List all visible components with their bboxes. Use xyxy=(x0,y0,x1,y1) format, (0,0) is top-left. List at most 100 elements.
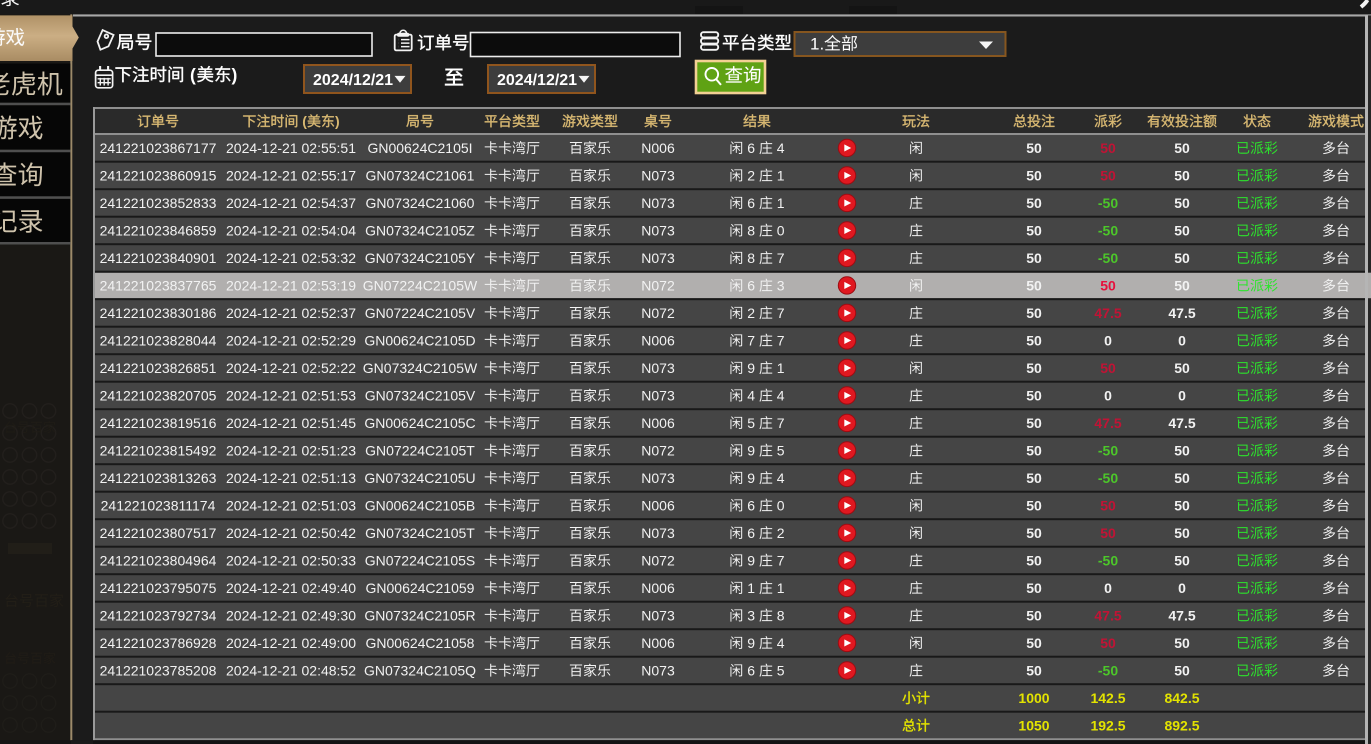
svg-text:0: 0 xyxy=(1178,388,1186,404)
svg-text:-50: -50 xyxy=(1098,553,1118,569)
svg-text:1: 1 xyxy=(777,360,785,376)
svg-text:47.5: 47.5 xyxy=(1168,415,1195,431)
svg-text:241221023826851: 241221023826851 xyxy=(100,360,217,376)
svg-text:50: 50 xyxy=(1026,305,1042,321)
svg-text:50: 50 xyxy=(1026,443,1042,459)
svg-text:N072: N072 xyxy=(641,553,675,569)
svg-text:9: 9 xyxy=(747,635,755,651)
svg-text:2024-12-21 02:50:33: 2024-12-21 02:50:33 xyxy=(226,553,356,569)
svg-text:192.5: 192.5 xyxy=(1090,718,1125,734)
svg-text:1: 1 xyxy=(747,580,755,596)
svg-text:50: 50 xyxy=(1174,635,1190,651)
svg-text:0: 0 xyxy=(1178,333,1186,349)
svg-text:9: 9 xyxy=(747,443,755,459)
svg-text:47.5: 47.5 xyxy=(1094,608,1121,624)
svg-text:N006: N006 xyxy=(641,580,675,596)
svg-text:50: 50 xyxy=(1026,498,1042,514)
svg-text:842.5: 842.5 xyxy=(1164,690,1199,706)
svg-text:50: 50 xyxy=(1174,195,1190,211)
svg-text:8: 8 xyxy=(747,223,755,239)
svg-text:0: 0 xyxy=(777,498,785,514)
svg-text:50: 50 xyxy=(1026,333,1042,349)
svg-text:-50: -50 xyxy=(1098,663,1118,679)
svg-text:4: 4 xyxy=(777,470,785,486)
svg-text:GN07224C2105T: GN07224C2105T xyxy=(365,443,475,459)
svg-text:GN00624C2105D: GN00624C2105D xyxy=(364,333,475,349)
svg-text:4: 4 xyxy=(777,388,785,404)
svg-text:7: 7 xyxy=(777,415,785,431)
svg-text:2024-12-21 02:50:42: 2024-12-21 02:50:42 xyxy=(226,525,356,541)
svg-text:N006: N006 xyxy=(641,333,675,349)
svg-text:GN00624C21059: GN00624C21059 xyxy=(366,580,475,596)
svg-text:47.5: 47.5 xyxy=(1094,305,1121,321)
svg-text:N072: N072 xyxy=(641,443,675,459)
svg-text:241221023813263: 241221023813263 xyxy=(100,470,217,486)
svg-text:241221023846859: 241221023846859 xyxy=(100,223,217,239)
svg-text:241221023820705: 241221023820705 xyxy=(100,388,217,404)
svg-text:GN07324C2105R: GN07324C2105R xyxy=(364,608,475,624)
svg-text:GN07324C21061: GN07324C21061 xyxy=(366,168,475,184)
svg-text:2024-12-21 02:55:17: 2024-12-21 02:55:17 xyxy=(226,168,356,184)
svg-text:3: 3 xyxy=(777,278,785,294)
svg-text:50: 50 xyxy=(1026,360,1042,376)
svg-text:50: 50 xyxy=(1174,223,1190,239)
svg-text:0: 0 xyxy=(777,223,785,239)
svg-text:(: ( xyxy=(302,113,307,129)
svg-text:50: 50 xyxy=(1174,168,1190,184)
svg-text:50: 50 xyxy=(1100,525,1116,541)
svg-text:1.: 1. xyxy=(810,35,824,54)
svg-text:892.5: 892.5 xyxy=(1164,718,1199,734)
svg-text:2024-12-21 02:51:23: 2024-12-21 02:51:23 xyxy=(226,443,356,459)
svg-text:): ) xyxy=(335,113,340,129)
svg-text:50: 50 xyxy=(1026,553,1042,569)
svg-text:9: 9 xyxy=(747,360,755,376)
svg-text:241221023795075: 241221023795075 xyxy=(100,580,217,596)
svg-text:GN00624C2105C: GN00624C2105C xyxy=(364,415,475,431)
svg-text:N073: N073 xyxy=(641,663,675,679)
svg-text:N006: N006 xyxy=(641,498,675,514)
svg-text:2024-12-21 02:51:03: 2024-12-21 02:51:03 xyxy=(226,498,356,514)
svg-text:6: 6 xyxy=(747,278,755,294)
svg-text:5: 5 xyxy=(777,443,785,459)
svg-text:8: 8 xyxy=(777,608,785,624)
svg-text:50: 50 xyxy=(1100,278,1116,294)
svg-text:GN07324C2105Z: GN07324C2105Z xyxy=(365,223,475,239)
svg-text:47.5: 47.5 xyxy=(1168,305,1195,321)
svg-text:50: 50 xyxy=(1026,250,1042,266)
svg-text:-50: -50 xyxy=(1098,195,1118,211)
svg-text:GN00624C21058: GN00624C21058 xyxy=(366,635,475,651)
svg-text:GN00624C2105B: GN00624C2105B xyxy=(365,498,476,514)
svg-text:2024-12-21 02:54:37: 2024-12-21 02:54:37 xyxy=(226,195,356,211)
svg-text:N073: N073 xyxy=(641,470,675,486)
svg-text:N006: N006 xyxy=(641,635,675,651)
svg-text:N073: N073 xyxy=(641,388,675,404)
svg-text:1050: 1050 xyxy=(1018,718,1049,734)
svg-text:142.5: 142.5 xyxy=(1090,690,1125,706)
svg-text:7: 7 xyxy=(747,333,755,349)
svg-text:50: 50 xyxy=(1100,168,1116,184)
svg-text:241221023792734: 241221023792734 xyxy=(100,608,217,624)
svg-text:N073: N073 xyxy=(641,223,675,239)
svg-text:GN07224C2105S: GN07224C2105S xyxy=(365,553,476,569)
svg-text:0: 0 xyxy=(1104,580,1112,596)
svg-text:GN00624C2105I: GN00624C2105I xyxy=(367,140,472,156)
svg-text:50: 50 xyxy=(1174,498,1190,514)
svg-text:2: 2 xyxy=(777,525,785,541)
svg-text:6: 6 xyxy=(747,525,755,541)
svg-text:N072: N072 xyxy=(641,305,675,321)
svg-text:N073: N073 xyxy=(641,608,675,624)
svg-text:2024-12-21 02:48:52: 2024-12-21 02:48:52 xyxy=(226,663,356,679)
svg-text:50: 50 xyxy=(1026,635,1042,651)
svg-text:0: 0 xyxy=(1104,333,1112,349)
svg-text:50: 50 xyxy=(1026,470,1042,486)
svg-text:-50: -50 xyxy=(1098,470,1118,486)
svg-text:N073: N073 xyxy=(641,195,675,211)
svg-text:2024-12-21 02:49:40: 2024-12-21 02:49:40 xyxy=(226,580,356,596)
svg-text:241221023811174: 241221023811174 xyxy=(101,498,216,514)
svg-text:GN07224C2105V: GN07224C2105V xyxy=(365,305,476,321)
svg-text:2024-12-21 02:52:37: 2024-12-21 02:52:37 xyxy=(226,305,356,321)
svg-text:241221023785208: 241221023785208 xyxy=(100,663,217,679)
svg-text:-50: -50 xyxy=(1098,443,1118,459)
svg-text:50: 50 xyxy=(1174,470,1190,486)
svg-text:1000: 1000 xyxy=(1018,690,1049,706)
